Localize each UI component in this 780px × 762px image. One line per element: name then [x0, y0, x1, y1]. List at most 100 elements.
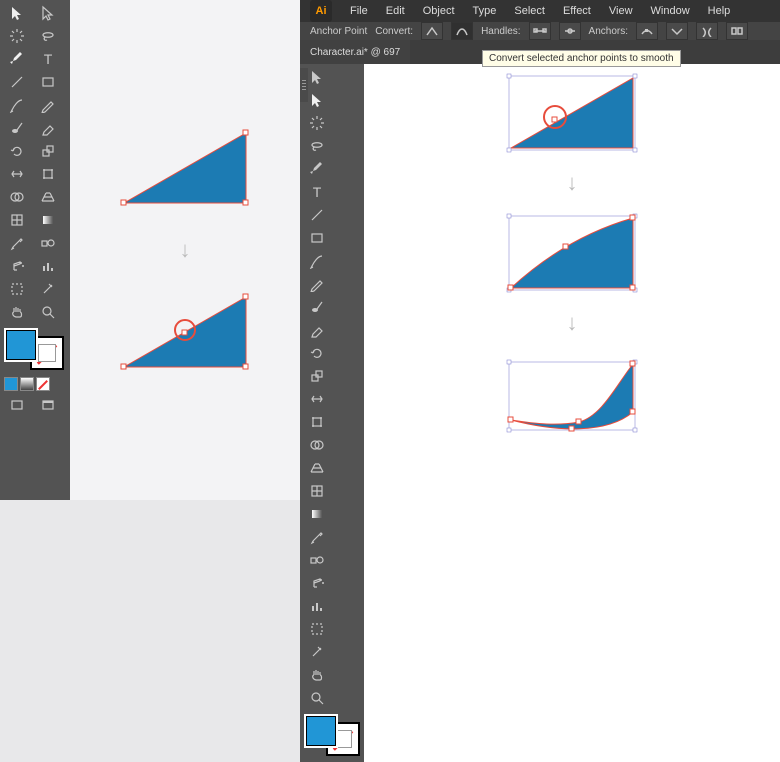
- change-screen-mode[interactable]: [33, 394, 63, 416]
- hand-tool[interactable]: [2, 301, 32, 323]
- anchors-label: Anchors:: [589, 26, 628, 37]
- magic-wand-tool[interactable]: [302, 112, 332, 134]
- color-mode-gradient[interactable]: [20, 377, 34, 391]
- menu-object[interactable]: Object: [423, 5, 455, 17]
- blend-tool[interactable]: [33, 232, 63, 254]
- curved-shape-1[interactable]: [507, 214, 637, 292]
- tooltip: Convert selected anchor points to smooth: [482, 50, 681, 67]
- rectangle-tool[interactable]: [33, 71, 63, 93]
- slice-tool[interactable]: [33, 278, 63, 300]
- slice-tool[interactable]: [302, 641, 332, 663]
- eyedropper-tool[interactable]: [2, 232, 32, 254]
- control-bar: Anchor Point Convert: Handles: Anchors: …: [300, 22, 780, 40]
- line-tool[interactable]: [2, 71, 32, 93]
- symbol-sprayer-tool[interactable]: [2, 255, 32, 277]
- zoom-tool[interactable]: [33, 301, 63, 323]
- gradient-tool[interactable]: [302, 503, 332, 525]
- arrow-down-icon: ↓: [180, 237, 191, 263]
- color-mode-none[interactable]: [36, 377, 50, 391]
- gradient-tool[interactable]: [33, 209, 63, 231]
- fill-stroke-swatch[interactable]: [304, 714, 360, 756]
- shape-builder-tool[interactable]: [302, 434, 332, 456]
- connect-anchor-button[interactable]: [666, 22, 688, 40]
- rotate-tool[interactable]: [302, 342, 332, 364]
- eyedropper-tool[interactable]: [302, 526, 332, 548]
- toolbox-left: T: [0, 0, 70, 500]
- menu-window[interactable]: Window: [651, 5, 690, 17]
- selection-tool[interactable]: [2, 2, 32, 24]
- free-transform-tool[interactable]: [302, 411, 332, 433]
- pencil-tool[interactable]: [33, 94, 63, 116]
- canvas-left: ↓: [70, 0, 300, 500]
- show-handles-button[interactable]: [529, 22, 551, 40]
- menu-type[interactable]: Type: [473, 5, 497, 17]
- color-mode-row: [2, 375, 62, 393]
- perspective-grid-tool[interactable]: [33, 186, 63, 208]
- mesh-tool[interactable]: [302, 480, 332, 502]
- rotate-tool[interactable]: [2, 140, 32, 162]
- lasso-tool[interactable]: [33, 25, 63, 47]
- scale-tool[interactable]: [33, 140, 63, 162]
- pencil-tool[interactable]: [302, 273, 332, 295]
- triangle-shape-2[interactable]: [120, 293, 250, 371]
- mesh-tool[interactable]: [2, 209, 32, 231]
- type-tool[interactable]: T: [302, 181, 332, 203]
- menu-file[interactable]: File: [350, 5, 368, 17]
- symbol-sprayer-tool[interactable]: [302, 572, 332, 594]
- menu-select[interactable]: Select: [514, 5, 545, 17]
- hand-tool[interactable]: [302, 664, 332, 686]
- paintbrush-tool[interactable]: [302, 250, 332, 272]
- align-anchor-button[interactable]: [726, 22, 748, 40]
- cut-path-button[interactable]: [696, 22, 718, 40]
- eraser-tool[interactable]: [33, 117, 63, 139]
- arrow-down-icon: ↓: [567, 170, 578, 196]
- blend-tool[interactable]: [302, 549, 332, 571]
- svg-text:T: T: [44, 51, 53, 67]
- magic-wand-tool[interactable]: [2, 25, 32, 47]
- curved-shape-2[interactable]: [507, 354, 637, 432]
- width-tool[interactable]: [302, 388, 332, 410]
- width-tool[interactable]: [2, 163, 32, 185]
- rectangle-tool[interactable]: [302, 227, 332, 249]
- arrow-down-icon: ↓: [567, 310, 578, 336]
- artboard-tool[interactable]: [302, 618, 332, 640]
- app-badge: Ai: [310, 0, 332, 22]
- menu-edit[interactable]: Edit: [386, 5, 405, 17]
- zoom-tool[interactable]: [302, 687, 332, 709]
- fill-stroke-swatch[interactable]: [4, 328, 64, 370]
- column-graph-tool[interactable]: [302, 595, 332, 617]
- screen-mode-normal[interactable]: [2, 394, 32, 416]
- pen-tool[interactable]: [2, 48, 32, 70]
- triangle-shape-1[interactable]: [120, 129, 250, 207]
- context-label: Anchor Point: [310, 26, 367, 37]
- remove-anchor-button[interactable]: [636, 22, 658, 40]
- hide-handles-button[interactable]: [559, 22, 581, 40]
- menu-effect[interactable]: Effect: [563, 5, 591, 17]
- direct-selection-tool[interactable]: [33, 2, 63, 24]
- svg-text:T: T: [313, 184, 322, 200]
- convert-to-smooth-button[interactable]: [451, 22, 473, 40]
- convert-to-corner-button[interactable]: [421, 22, 443, 40]
- line-tool[interactable]: [302, 204, 332, 226]
- blob-brush-tool[interactable]: [302, 296, 332, 318]
- scale-tool[interactable]: [302, 365, 332, 387]
- triangle-with-anchor[interactable]: [507, 74, 637, 152]
- color-mode-solid[interactable]: [4, 377, 18, 391]
- menu-help[interactable]: Help: [708, 5, 731, 17]
- menu-view[interactable]: View: [609, 5, 633, 17]
- convert-label: Convert:: [375, 26, 413, 37]
- perspective-grid-tool[interactable]: [302, 457, 332, 479]
- artboard-tool[interactable]: [2, 278, 32, 300]
- blob-brush-tool[interactable]: [2, 117, 32, 139]
- paintbrush-tool[interactable]: [2, 94, 32, 116]
- type-tool[interactable]: T: [33, 48, 63, 70]
- shape-builder-tool[interactable]: [2, 186, 32, 208]
- free-transform-tool[interactable]: [33, 163, 63, 185]
- panel-drag-handle[interactable]: [300, 68, 308, 102]
- toolbox-right: T: [300, 64, 364, 762]
- pen-tool[interactable]: [302, 158, 332, 180]
- lasso-tool[interactable]: [302, 135, 332, 157]
- document-tab[interactable]: Character.ai* @ 697: [300, 40, 410, 64]
- eraser-tool[interactable]: [302, 319, 332, 341]
- column-graph-tool[interactable]: [33, 255, 63, 277]
